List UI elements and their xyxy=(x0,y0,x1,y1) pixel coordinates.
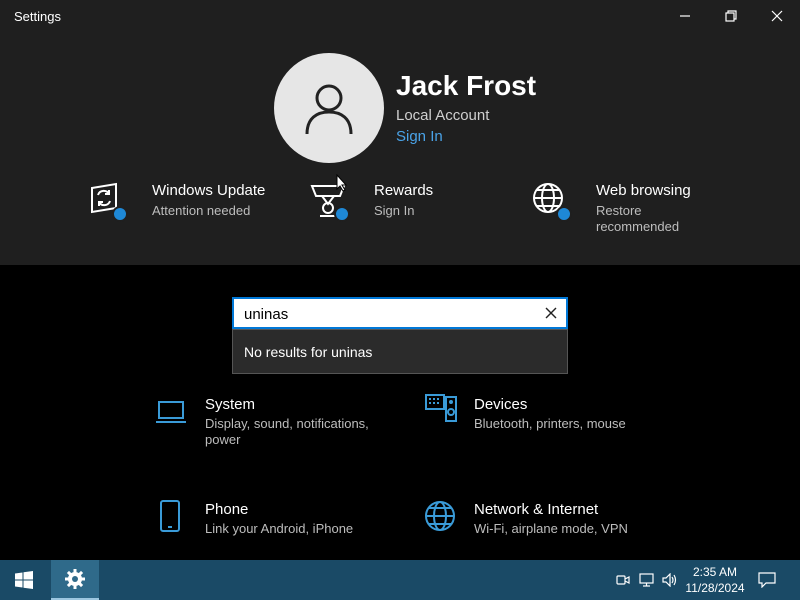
taskbar: 2:35 AM 11/28/2024 xyxy=(0,560,800,600)
status-dot xyxy=(112,206,128,222)
status-subtitle: Attention needed xyxy=(152,203,251,218)
network-icon xyxy=(639,573,654,587)
close-button[interactable] xyxy=(754,0,800,32)
person-icon xyxy=(305,84,353,135)
account-type: Local Account xyxy=(396,107,490,124)
restore-button[interactable] xyxy=(708,0,754,32)
status-dot xyxy=(556,206,572,222)
windows-logo-icon xyxy=(15,571,33,589)
status-title: Windows Update xyxy=(152,182,266,199)
taskbar-clock[interactable]: 2:35 AM 11/28/2024 xyxy=(684,564,746,596)
status-title: Rewards xyxy=(374,182,434,199)
taskbar-settings-app[interactable] xyxy=(51,560,99,600)
sign-in-link[interactable]: Sign In xyxy=(396,128,443,145)
globe-icon xyxy=(425,501,455,531)
clock-time: 2:35 AM xyxy=(692,565,738,579)
category-title: System xyxy=(205,396,256,413)
category-subtitle: Link your Android, iPhone xyxy=(205,521,354,536)
camera-icon xyxy=(616,575,630,585)
notification-icon xyxy=(758,572,776,588)
category-title: Network & Internet xyxy=(474,501,599,518)
minimize-icon xyxy=(680,15,690,17)
gear-icon xyxy=(65,569,85,589)
no-results-message: No results for uninas xyxy=(244,344,373,360)
avatar[interactable] xyxy=(274,53,384,163)
keyboard-speaker-icon xyxy=(425,394,457,422)
status-subtitle: Sign In xyxy=(374,203,415,218)
start-button[interactable] xyxy=(0,560,48,600)
tray-meet-now[interactable] xyxy=(614,560,632,600)
mouse-pointer-icon xyxy=(336,174,348,192)
title-bar: Settings xyxy=(0,0,800,32)
tray-volume[interactable] xyxy=(660,560,680,600)
category-title: Devices xyxy=(474,396,528,413)
category-subtitle: Display, sound, notifications, power xyxy=(205,416,369,447)
user-name: Jack Frost xyxy=(396,70,537,101)
close-icon xyxy=(771,10,783,22)
clear-search-icon[interactable] xyxy=(544,306,558,320)
settings-header: Jack Frost Local Account Sign In Windows… xyxy=(0,32,800,265)
restore-icon xyxy=(725,10,737,22)
settings-search-box[interactable] xyxy=(232,297,568,329)
minimize-button[interactable] xyxy=(662,0,708,32)
clock-date: 11/28/2024 xyxy=(685,581,745,595)
action-center-button[interactable] xyxy=(754,560,780,600)
search-results-dropdown: No results for uninas xyxy=(232,329,568,374)
tray-network[interactable] xyxy=(637,560,657,600)
laptop-icon xyxy=(156,401,186,423)
search-input[interactable] xyxy=(244,303,534,325)
category-subtitle: Wi-Fi, airplane mode, VPN xyxy=(474,521,628,536)
status-title: Web browsing xyxy=(596,182,691,199)
category-subtitle: Bluetooth, printers, mouse xyxy=(474,416,626,431)
status-subtitle: Restore recommended xyxy=(596,203,680,234)
speaker-icon xyxy=(662,573,677,587)
category-title: Phone xyxy=(205,501,249,518)
status-dot xyxy=(334,206,350,222)
window-title: Settings xyxy=(14,9,61,24)
phone-icon xyxy=(160,500,180,532)
